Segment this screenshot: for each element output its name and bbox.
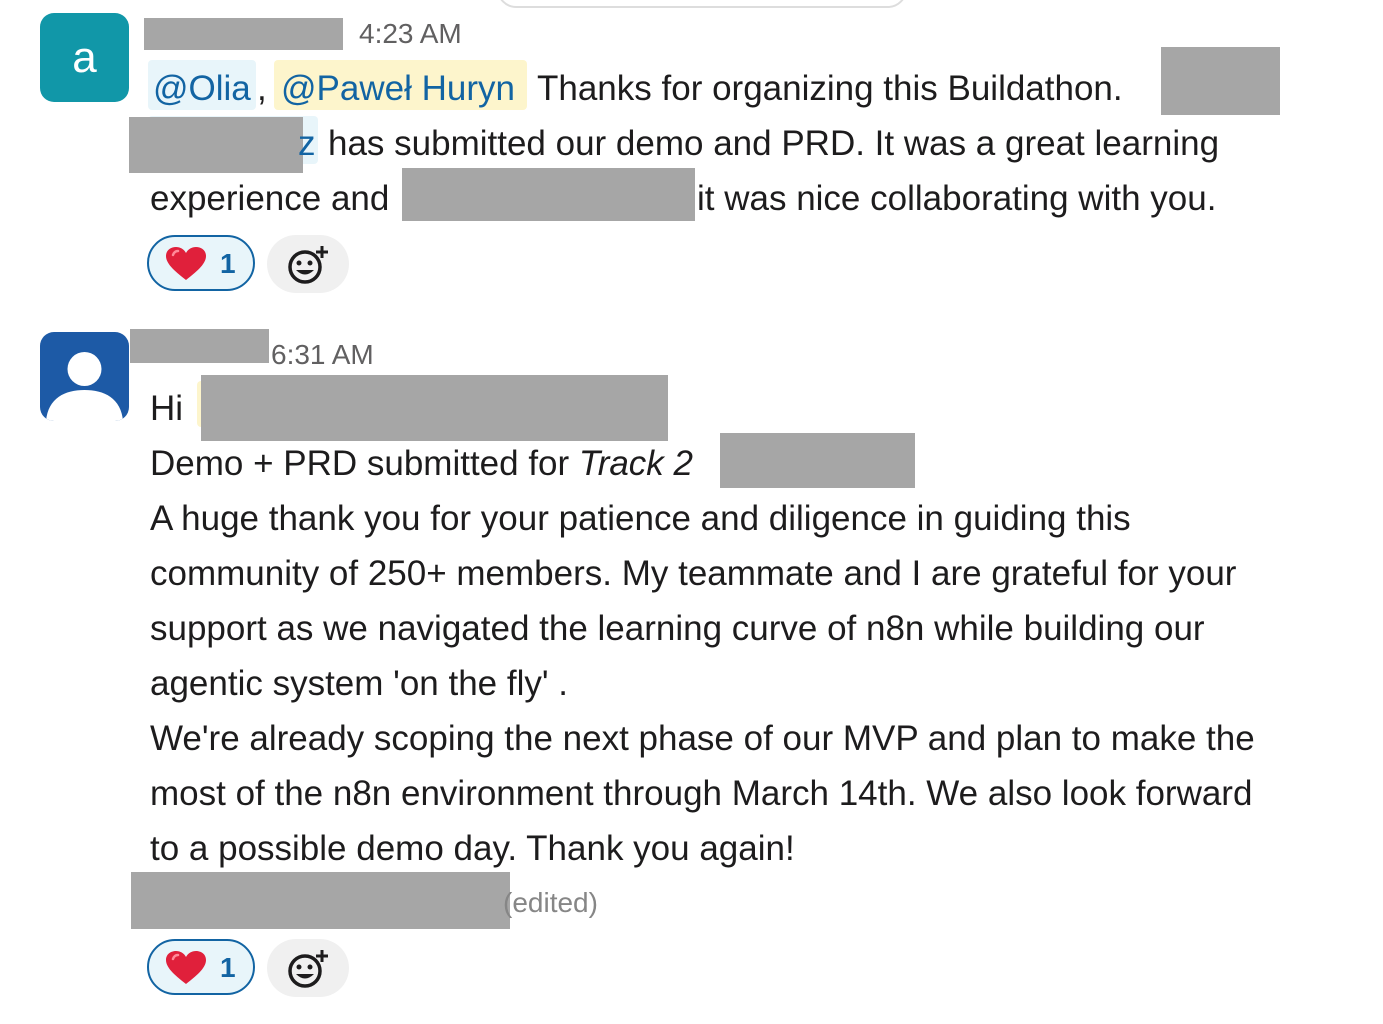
- reaction-count: 1: [220, 248, 236, 279]
- mention-pawel-huryn[interactable]: @Paweł Huryn: [281, 71, 515, 106]
- avatar[interactable]: a: [40, 13, 129, 102]
- message-text: experience and: [150, 179, 390, 218]
- add-emoji-icon: [288, 950, 328, 988]
- add-emoji-icon: [288, 246, 328, 284]
- message-text: We're already scoping the next phase of …: [150, 719, 1255, 758]
- redacted-mention: [129, 117, 303, 173]
- avatar[interactable]: [40, 332, 129, 421]
- person-silhouette-icon: [46, 352, 123, 421]
- message-text-plain: Demo + PRD submitted for: [150, 444, 579, 483]
- message-text: support as we navigated the learning cur…: [150, 609, 1205, 648]
- message-text: to a possible demo day. Thank you again!: [150, 829, 795, 868]
- red-heart-icon: [165, 246, 207, 287]
- heart-reaction-button[interactable]: 1: [147, 235, 255, 291]
- add-reaction-button[interactable]: [267, 235, 349, 293]
- message-text: Hi: [150, 389, 184, 428]
- message-text: has submitted our demo and PRD. It was a…: [328, 124, 1220, 163]
- redacted-text: [402, 168, 695, 221]
- message-text-italic: Track 2: [578, 444, 693, 483]
- message-text: it was nice collaborating with you.: [697, 179, 1217, 218]
- edited-label: (edited): [503, 887, 598, 918]
- heart-reaction-button[interactable]: 1: [147, 939, 255, 995]
- red-heart-icon: [165, 950, 207, 991]
- redacted-mention: [201, 375, 668, 441]
- mention-separator: ,: [257, 69, 267, 108]
- reaction-count: 1: [220, 952, 236, 983]
- message-text: most of the n8n environment through Marc…: [150, 774, 1253, 813]
- redacted-text: [1161, 47, 1280, 115]
- message-timestamp[interactable]: 6:31 AM: [271, 341, 374, 369]
- message-text: agentic system 'on the fly' .: [150, 664, 569, 703]
- message-text: community of 250+ members. My teammate a…: [150, 554, 1237, 593]
- mention-olia[interactable]: @Olia: [153, 71, 251, 106]
- message-text: A huge thank you for your patience and d…: [150, 499, 1131, 538]
- redacted-sender-name: [130, 329, 269, 363]
- add-reaction-button[interactable]: [267, 939, 349, 997]
- message-text: Thanks for organizing this Buildathon.: [537, 69, 1123, 108]
- mention-fragment[interactable]: z: [298, 126, 316, 161]
- message-text: Demo + PRD submitted for Track 2: [150, 446, 693, 481]
- new-messages-pill[interactable]: [497, 0, 907, 8]
- redacted-sender-name: [144, 18, 343, 50]
- redacted-text: [131, 872, 510, 929]
- redacted-text: [720, 433, 915, 488]
- slack-thread: a 4:23 AM @Olia , @Paweł Huryn Thanks fo…: [0, 0, 1383, 1024]
- message-timestamp[interactable]: 4:23 AM: [359, 20, 462, 48]
